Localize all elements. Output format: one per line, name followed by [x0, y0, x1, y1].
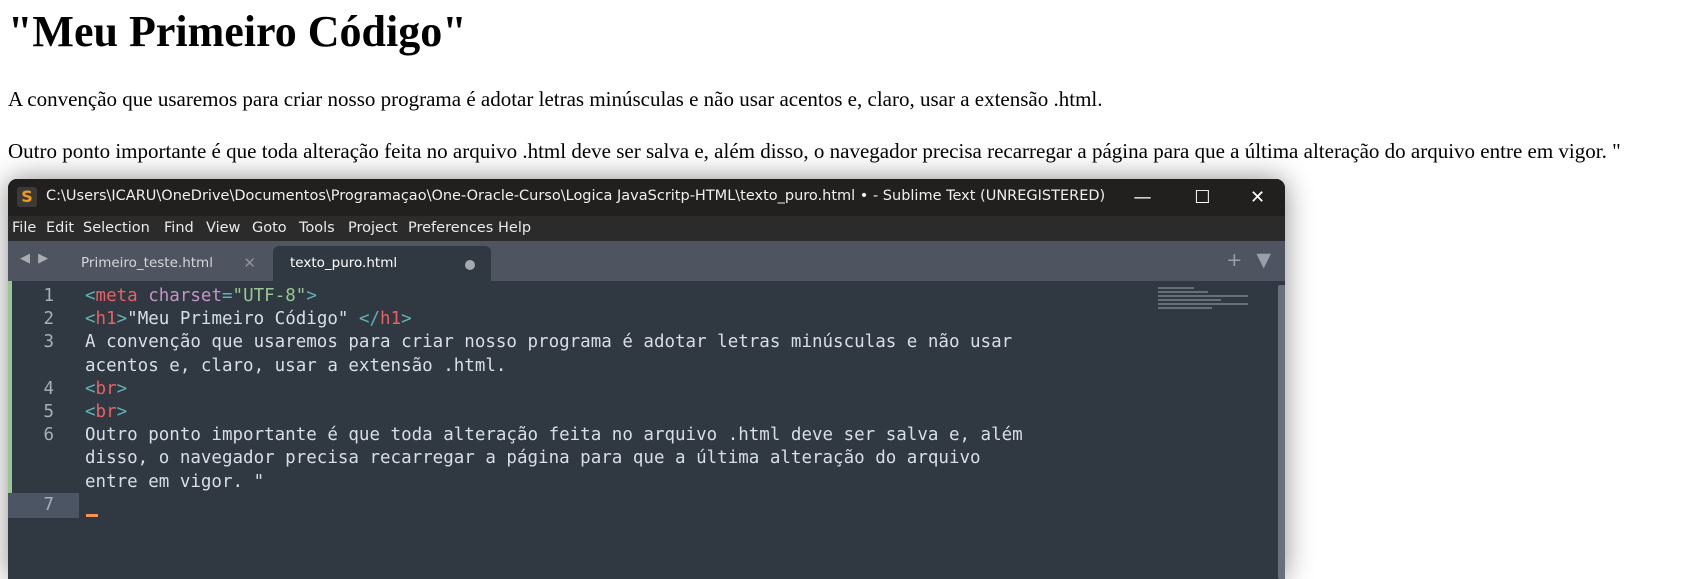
- line-number: 6: [43, 425, 54, 446]
- code-token: acentos e, claro, usar a extensão .html.: [85, 355, 507, 376]
- code-text: A convenção que usaremos para criar noss…: [85, 330, 1012, 355]
- title-bar[interactable]: S C:\Users\ICARU\OneDrive\Documentos\Pro…: [8, 179, 1285, 216]
- code-token: h1: [380, 309, 402, 330]
- code-token: br: [95, 378, 117, 399]
- tab-close-icon[interactable]: ✕: [243, 254, 256, 272]
- page-heading: "Meu Primeiro Código": [8, 7, 467, 56]
- code-token: meta: [95, 286, 138, 306]
- code-line: 1 <meta charset="UTF-8">: [8, 284, 1268, 309]
- menu-selection[interactable]: Selection: [83, 220, 150, 236]
- code-token: "UTF-8": [232, 286, 307, 306]
- tab-bar: ◀ ▶ Primeiro_teste.html ✕ texto_puro.htm…: [8, 241, 1285, 281]
- menu-tools[interactable]: Tools: [299, 220, 335, 236]
- code-text: disso, o navegador precisa recarregar a …: [85, 446, 981, 471]
- close-button[interactable]: ✕: [1230, 179, 1285, 216]
- code-text: <h1>"Meu Primeiro Código" </h1>: [85, 307, 412, 332]
- new-tab-plus-icon[interactable]: +: [1226, 249, 1242, 271]
- code-line: acentos e, claro, usar a extensão .html.: [8, 354, 1268, 379]
- menu-help[interactable]: Help: [498, 220, 531, 236]
- code-text: <br>: [85, 377, 127, 402]
- minimize-icon: —: [1133, 187, 1152, 208]
- menu-project[interactable]: Project: [348, 220, 398, 236]
- code-text: entre em vigor. ": [85, 470, 264, 495]
- code-token: <: [85, 286, 96, 306]
- minimize-button[interactable]: —: [1115, 179, 1170, 216]
- code-token: </: [358, 309, 381, 330]
- code-token: >: [116, 309, 128, 330]
- tab-primeiro-teste[interactable]: Primeiro_teste.html ✕: [64, 246, 272, 281]
- line-number: 5: [43, 402, 54, 422]
- sublime-text-window: S C:\Users\ICARU\OneDrive\Documentos\Pro…: [8, 179, 1285, 579]
- tab-texto-puro[interactable]: texto_puro.html: [273, 246, 491, 281]
- menu-goto[interactable]: Goto: [252, 220, 287, 236]
- line-number: 2: [43, 309, 54, 330]
- code-line: 6 Outro ponto importante é que toda alter…: [8, 423, 1268, 448]
- maximize-button[interactable]: ☐: [1175, 179, 1230, 216]
- code-text: Outro ponto importante é que toda altera…: [85, 423, 1023, 448]
- menu-find[interactable]: Find: [164, 220, 194, 236]
- code-token: <: [85, 402, 96, 422]
- vertical-scrollbar[interactable]: [1278, 285, 1285, 579]
- page-paragraph-1: A convenção que usaremos para criar noss…: [8, 87, 1103, 111]
- code-line: 4 <br>: [8, 377, 1268, 402]
- code-text: <meta charset="UTF-8">: [85, 284, 317, 309]
- line-number: 3: [43, 332, 54, 353]
- code-token: h1: [95, 309, 117, 330]
- text-cursor: [86, 514, 98, 517]
- code-token: Outro ponto importante é que toda altera…: [85, 425, 1023, 446]
- code-token: charset: [137, 286, 222, 306]
- tab-nav-arrows-icon[interactable]: ◀ ▶: [20, 251, 50, 266]
- tab-label: Primeiro_teste.html: [81, 255, 213, 271]
- menu-edit[interactable]: Edit: [46, 220, 74, 236]
- code-token: =: [222, 286, 233, 306]
- code-line: entre em vigor. ": [8, 470, 1268, 495]
- code-token: <: [85, 378, 96, 399]
- code-token: >: [401, 309, 412, 330]
- code-token: disso, o navegador precisa recarregar a …: [85, 448, 981, 469]
- code-token: >: [306, 286, 317, 306]
- code-line: 7: [8, 493, 1268, 518]
- menu-bar: File Edit Selection Find View Goto Tools…: [8, 216, 1285, 241]
- code-token: >: [116, 378, 128, 399]
- line-number: 7: [43, 494, 54, 515]
- code-text: <br>: [85, 400, 127, 425]
- code-line: disso, o navegador precisa recarregar a …: [8, 446, 1268, 471]
- menu-view[interactable]: View: [206, 220, 240, 236]
- code-line: 5 <br>: [8, 400, 1268, 425]
- tab-label: texto_puro.html: [290, 255, 398, 271]
- code-text: acentos e, claro, usar a extensão .html.: [85, 354, 506, 379]
- code-token: br: [95, 402, 117, 422]
- code-token: >: [116, 402, 128, 422]
- close-icon: ✕: [1249, 187, 1266, 208]
- unsaved-dot-icon[interactable]: [465, 260, 475, 270]
- code-line: 2 <h1>"Meu Primeiro Código" </h1>: [8, 307, 1268, 332]
- tab-list-dropdown-icon[interactable]: ▼: [1256, 249, 1271, 271]
- code-token: A convenção que usaremos para criar noss…: [85, 332, 1013, 353]
- line-number: 1: [43, 286, 54, 306]
- code-editor[interactable]: 1 <meta charset="UTF-8"> 2 <h1>"Meu Primeir…: [8, 281, 1285, 579]
- minimap[interactable]: [1158, 287, 1248, 315]
- menu-preferences[interactable]: Preferences: [408, 220, 493, 236]
- maximize-icon: ☐: [1194, 187, 1211, 208]
- code-token: "Meu Primeiro Código": [127, 309, 359, 330]
- line-number: 4: [43, 378, 54, 399]
- menu-file[interactable]: File: [12, 220, 36, 236]
- page-paragraph-2: Outro ponto importante é que toda altera…: [8, 139, 1621, 163]
- code-token: entre em vigor. ": [85, 471, 265, 492]
- sublime-logo-icon: S: [17, 187, 37, 207]
- window-title: C:\Users\ICARU\OneDrive\Documentos\Progr…: [46, 188, 1106, 204]
- code-token: <: [85, 309, 96, 330]
- code-line: 3 A convenção que usaremos para criar nos…: [8, 330, 1268, 355]
